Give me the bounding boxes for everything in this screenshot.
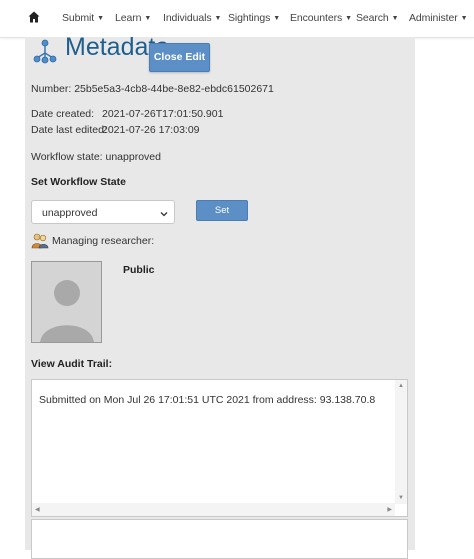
nav-submit[interactable]: Submit ▼ xyxy=(62,12,104,24)
audit-trail-textarea[interactable]: Submitted on Mon Jul 26 17:01:51 UTC 202… xyxy=(31,379,408,517)
home-icon[interactable] xyxy=(27,10,41,24)
set-workflow-heading: Set Workflow State xyxy=(31,176,126,188)
workflow-state-text: Workflow state: unapproved xyxy=(31,151,161,163)
avatar xyxy=(31,261,102,343)
audit-entry: Submitted on Mon Jul 26 17:01:51 UTC 202… xyxy=(39,394,376,406)
metadata-tree-icon xyxy=(33,39,57,65)
caret-down-icon: ▼ xyxy=(345,15,352,22)
caret-down-icon: ▼ xyxy=(391,15,399,22)
scroll-right-icon[interactable]: ▶ xyxy=(387,506,392,513)
caret-down-icon: ▼ xyxy=(144,15,152,22)
secondary-textarea[interactable] xyxy=(31,519,408,559)
scroll-down-icon[interactable]: ▼ xyxy=(398,495,404,501)
nav-learn[interactable]: Learn ▼ xyxy=(115,12,151,24)
vertical-scrollbar[interactable]: ▲ ▼ xyxy=(395,380,407,504)
date-created-label: Date created: xyxy=(31,108,95,120)
date-created-value: 2021-07-26T17:01:50.901 xyxy=(102,108,224,120)
set-button[interactable]: Set xyxy=(196,200,248,221)
number-row: Number: 25b5e5a3-4cb8-44be-8e82-ebdc6150… xyxy=(31,83,274,95)
number-label: Number: xyxy=(31,83,72,95)
date-edited-value: 2021-07-26 17:03:09 xyxy=(102,124,200,136)
scroll-up-icon[interactable]: ▲ xyxy=(398,383,404,389)
audit-trail-heading: View Audit Trail: xyxy=(31,358,113,370)
nav-encounters[interactable]: Encounters ▼ xyxy=(290,12,352,24)
workflow-state-value: unapproved xyxy=(42,207,98,219)
date-edited-label: Date last edited: xyxy=(31,124,107,136)
nav-administer[interactable]: Administer ▼ xyxy=(409,12,468,24)
managing-researcher-label: Managing researcher: xyxy=(52,235,155,247)
caret-down-icon: ▼ xyxy=(97,15,104,22)
number-value: 25b5e5a3-4cb8-44be-8e82-ebdc61502671 xyxy=(74,83,274,95)
managing-researcher-icon xyxy=(31,232,49,249)
nav-sightings[interactable]: Sightings ▼ xyxy=(228,12,280,24)
date-created-row: Date created: 2021-07-26T17:01:50.901 xyxy=(31,108,223,120)
horizontal-scrollbar[interactable]: ◀ ▶ xyxy=(32,503,395,516)
caret-down-icon: ▼ xyxy=(460,15,468,22)
nav-individuals[interactable]: Individuals ▼ xyxy=(163,12,221,24)
chevron-down-icon xyxy=(159,206,169,217)
scroll-left-icon[interactable]: ◀ xyxy=(35,506,40,513)
caret-down-icon: ▼ xyxy=(273,15,281,22)
researcher-name: Public xyxy=(123,264,155,276)
nav-search[interactable]: Search ▼ xyxy=(356,12,399,24)
date-edited-row: Date last edited:2021-07-26 17:03:09 xyxy=(31,124,200,136)
close-edit-button[interactable]: Close Edit xyxy=(149,43,210,72)
caret-down-icon: ▼ xyxy=(214,15,222,22)
workflow-state-select[interactable]: unapproved xyxy=(31,200,175,224)
